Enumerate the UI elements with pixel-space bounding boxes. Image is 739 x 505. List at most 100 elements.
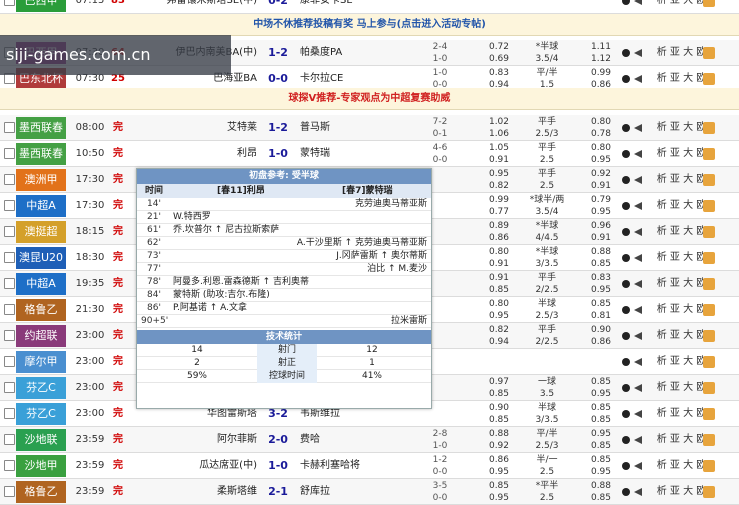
select-checkbox[interactable] [4, 122, 15, 133]
league-badge[interactable]: 芬乙C [16, 403, 66, 425]
ball-icon[interactable] [622, 150, 630, 158]
play-icon[interactable] [634, 410, 642, 418]
match-score[interactable]: 2-1 [257, 479, 299, 505]
play-icon[interactable] [634, 124, 642, 132]
league-badge[interactable]: 中超A [16, 273, 66, 295]
ball-icon[interactable] [622, 280, 630, 288]
analysis-links[interactable]: 析 亚 大 欧 [654, 219, 709, 245]
match-score[interactable]: 1-0 [257, 141, 299, 167]
away-team[interactable]: 帕桑度PA [300, 40, 425, 66]
league-badge[interactable]: 约超联 [16, 325, 66, 347]
play-icon[interactable] [634, 228, 642, 236]
analysis-links[interactable]: 析 亚 大 欧 [654, 401, 709, 427]
select-checkbox[interactable] [4, 304, 15, 315]
home-team[interactable]: 瓜达席亚(中) [140, 453, 257, 479]
play-icon[interactable] [634, 202, 642, 210]
league-badge[interactable]: 澳昆U20 [16, 247, 66, 269]
match-score[interactable]: 1-0 [257, 453, 299, 479]
league-badge[interactable]: 澳挺超 [16, 221, 66, 243]
promo-banner[interactable]: 中场不休推荐投稿有奖 马上参与(点击进入活动专帖) [0, 14, 739, 36]
analysis-links[interactable]: 析 亚 大 欧 [654, 115, 709, 141]
away-team[interactable]: 普马斯 [300, 115, 425, 141]
select-checkbox[interactable] [4, 200, 15, 211]
away-team[interactable]: 舒库拉 [300, 479, 425, 505]
ball-icon[interactable] [622, 228, 630, 236]
analysis-links[interactable]: 析 亚 大 欧 [654, 0, 709, 14]
play-icon[interactable] [634, 49, 642, 57]
play-icon[interactable] [634, 280, 642, 288]
user-icon[interactable] [703, 330, 715, 342]
ball-icon[interactable] [622, 462, 630, 470]
analysis-links[interactable]: 析 亚 大 欧 [654, 453, 709, 479]
analysis-links[interactable]: 析 亚 大 欧 [654, 427, 709, 453]
user-icon[interactable] [703, 148, 715, 160]
select-checkbox[interactable] [4, 434, 15, 445]
select-checkbox[interactable] [4, 0, 15, 6]
play-icon[interactable] [634, 332, 642, 340]
league-badge[interactable]: 摩尔甲 [16, 351, 66, 373]
home-team[interactable]: 弗雷镶米斯塔SE(中) [140, 0, 257, 14]
league-badge[interactable]: 巴西甲 [16, 0, 66, 12]
user-icon[interactable] [703, 0, 715, 7]
user-icon[interactable] [703, 278, 715, 290]
ball-icon[interactable] [622, 332, 630, 340]
select-checkbox[interactable] [4, 330, 15, 341]
select-checkbox[interactable] [4, 486, 15, 497]
user-icon[interactable] [703, 174, 715, 186]
play-icon[interactable] [634, 436, 642, 444]
select-checkbox[interactable] [4, 226, 15, 237]
user-icon[interactable] [703, 122, 715, 134]
select-checkbox[interactable] [4, 252, 15, 263]
league-badge[interactable]: 中超A [16, 195, 66, 217]
user-icon[interactable] [703, 408, 715, 420]
user-icon[interactable] [703, 200, 715, 212]
ball-icon[interactable] [622, 124, 630, 132]
play-icon[interactable] [634, 75, 642, 83]
play-icon[interactable] [634, 254, 642, 262]
user-icon[interactable] [703, 382, 715, 394]
analysis-links[interactable]: 析 亚 大 欧 [654, 297, 709, 323]
home-team[interactable]: 艾特莱 [140, 115, 257, 141]
ball-icon[interactable] [622, 306, 630, 314]
away-team[interactable]: 康菲安卡SE [300, 0, 425, 14]
ball-icon[interactable] [622, 358, 630, 366]
play-icon[interactable] [634, 176, 642, 184]
league-badge[interactable]: 墨西联春 [16, 143, 66, 165]
ball-icon[interactable] [622, 0, 630, 5]
play-icon[interactable] [634, 462, 642, 470]
ball-icon[interactable] [622, 384, 630, 392]
user-icon[interactable] [703, 73, 715, 85]
match-score[interactable]: 1-2 [257, 115, 299, 141]
select-checkbox[interactable] [4, 174, 15, 185]
user-icon[interactable] [703, 434, 715, 446]
away-team[interactable]: 蒙特瑞 [300, 141, 425, 167]
play-icon[interactable] [634, 488, 642, 496]
play-icon[interactable] [634, 306, 642, 314]
analysis-links[interactable]: 析 亚 大 欧 [654, 349, 709, 375]
league-badge[interactable]: 澳洲甲 [16, 169, 66, 191]
analysis-links[interactable]: 析 亚 大 欧 [654, 375, 709, 401]
match-score[interactable]: 2-0 [257, 427, 299, 453]
away-team[interactable]: 卡赫利塞哈将 [300, 453, 425, 479]
select-checkbox[interactable] [4, 148, 15, 159]
analysis-links[interactable]: 析 亚 大 欧 [654, 271, 709, 297]
user-icon[interactable] [703, 304, 715, 316]
match-score[interactable]: 0-2 [257, 0, 299, 14]
league-badge[interactable]: 芬乙C [16, 377, 66, 399]
user-icon[interactable] [703, 252, 715, 264]
select-checkbox[interactable] [4, 356, 15, 367]
analysis-links[interactable]: 析 亚 大 欧 [654, 167, 709, 193]
play-icon[interactable] [634, 358, 642, 366]
analysis-links[interactable]: 析 亚 大 欧 [654, 245, 709, 271]
ball-icon[interactable] [622, 488, 630, 496]
analysis-links[interactable]: 析 亚 大 欧 [654, 141, 709, 167]
user-icon[interactable] [703, 226, 715, 238]
ball-icon[interactable] [622, 410, 630, 418]
promo-banner[interactable]: 球探V推荐-专家观点为中超复赛助威 [0, 88, 739, 110]
user-icon[interactable] [703, 486, 715, 498]
ball-icon[interactable] [622, 176, 630, 184]
league-badge[interactable]: 格鲁乙 [16, 299, 66, 321]
select-checkbox[interactable] [4, 278, 15, 289]
user-icon[interactable] [703, 460, 715, 472]
league-badge[interactable]: 墨西联春 [16, 117, 66, 139]
